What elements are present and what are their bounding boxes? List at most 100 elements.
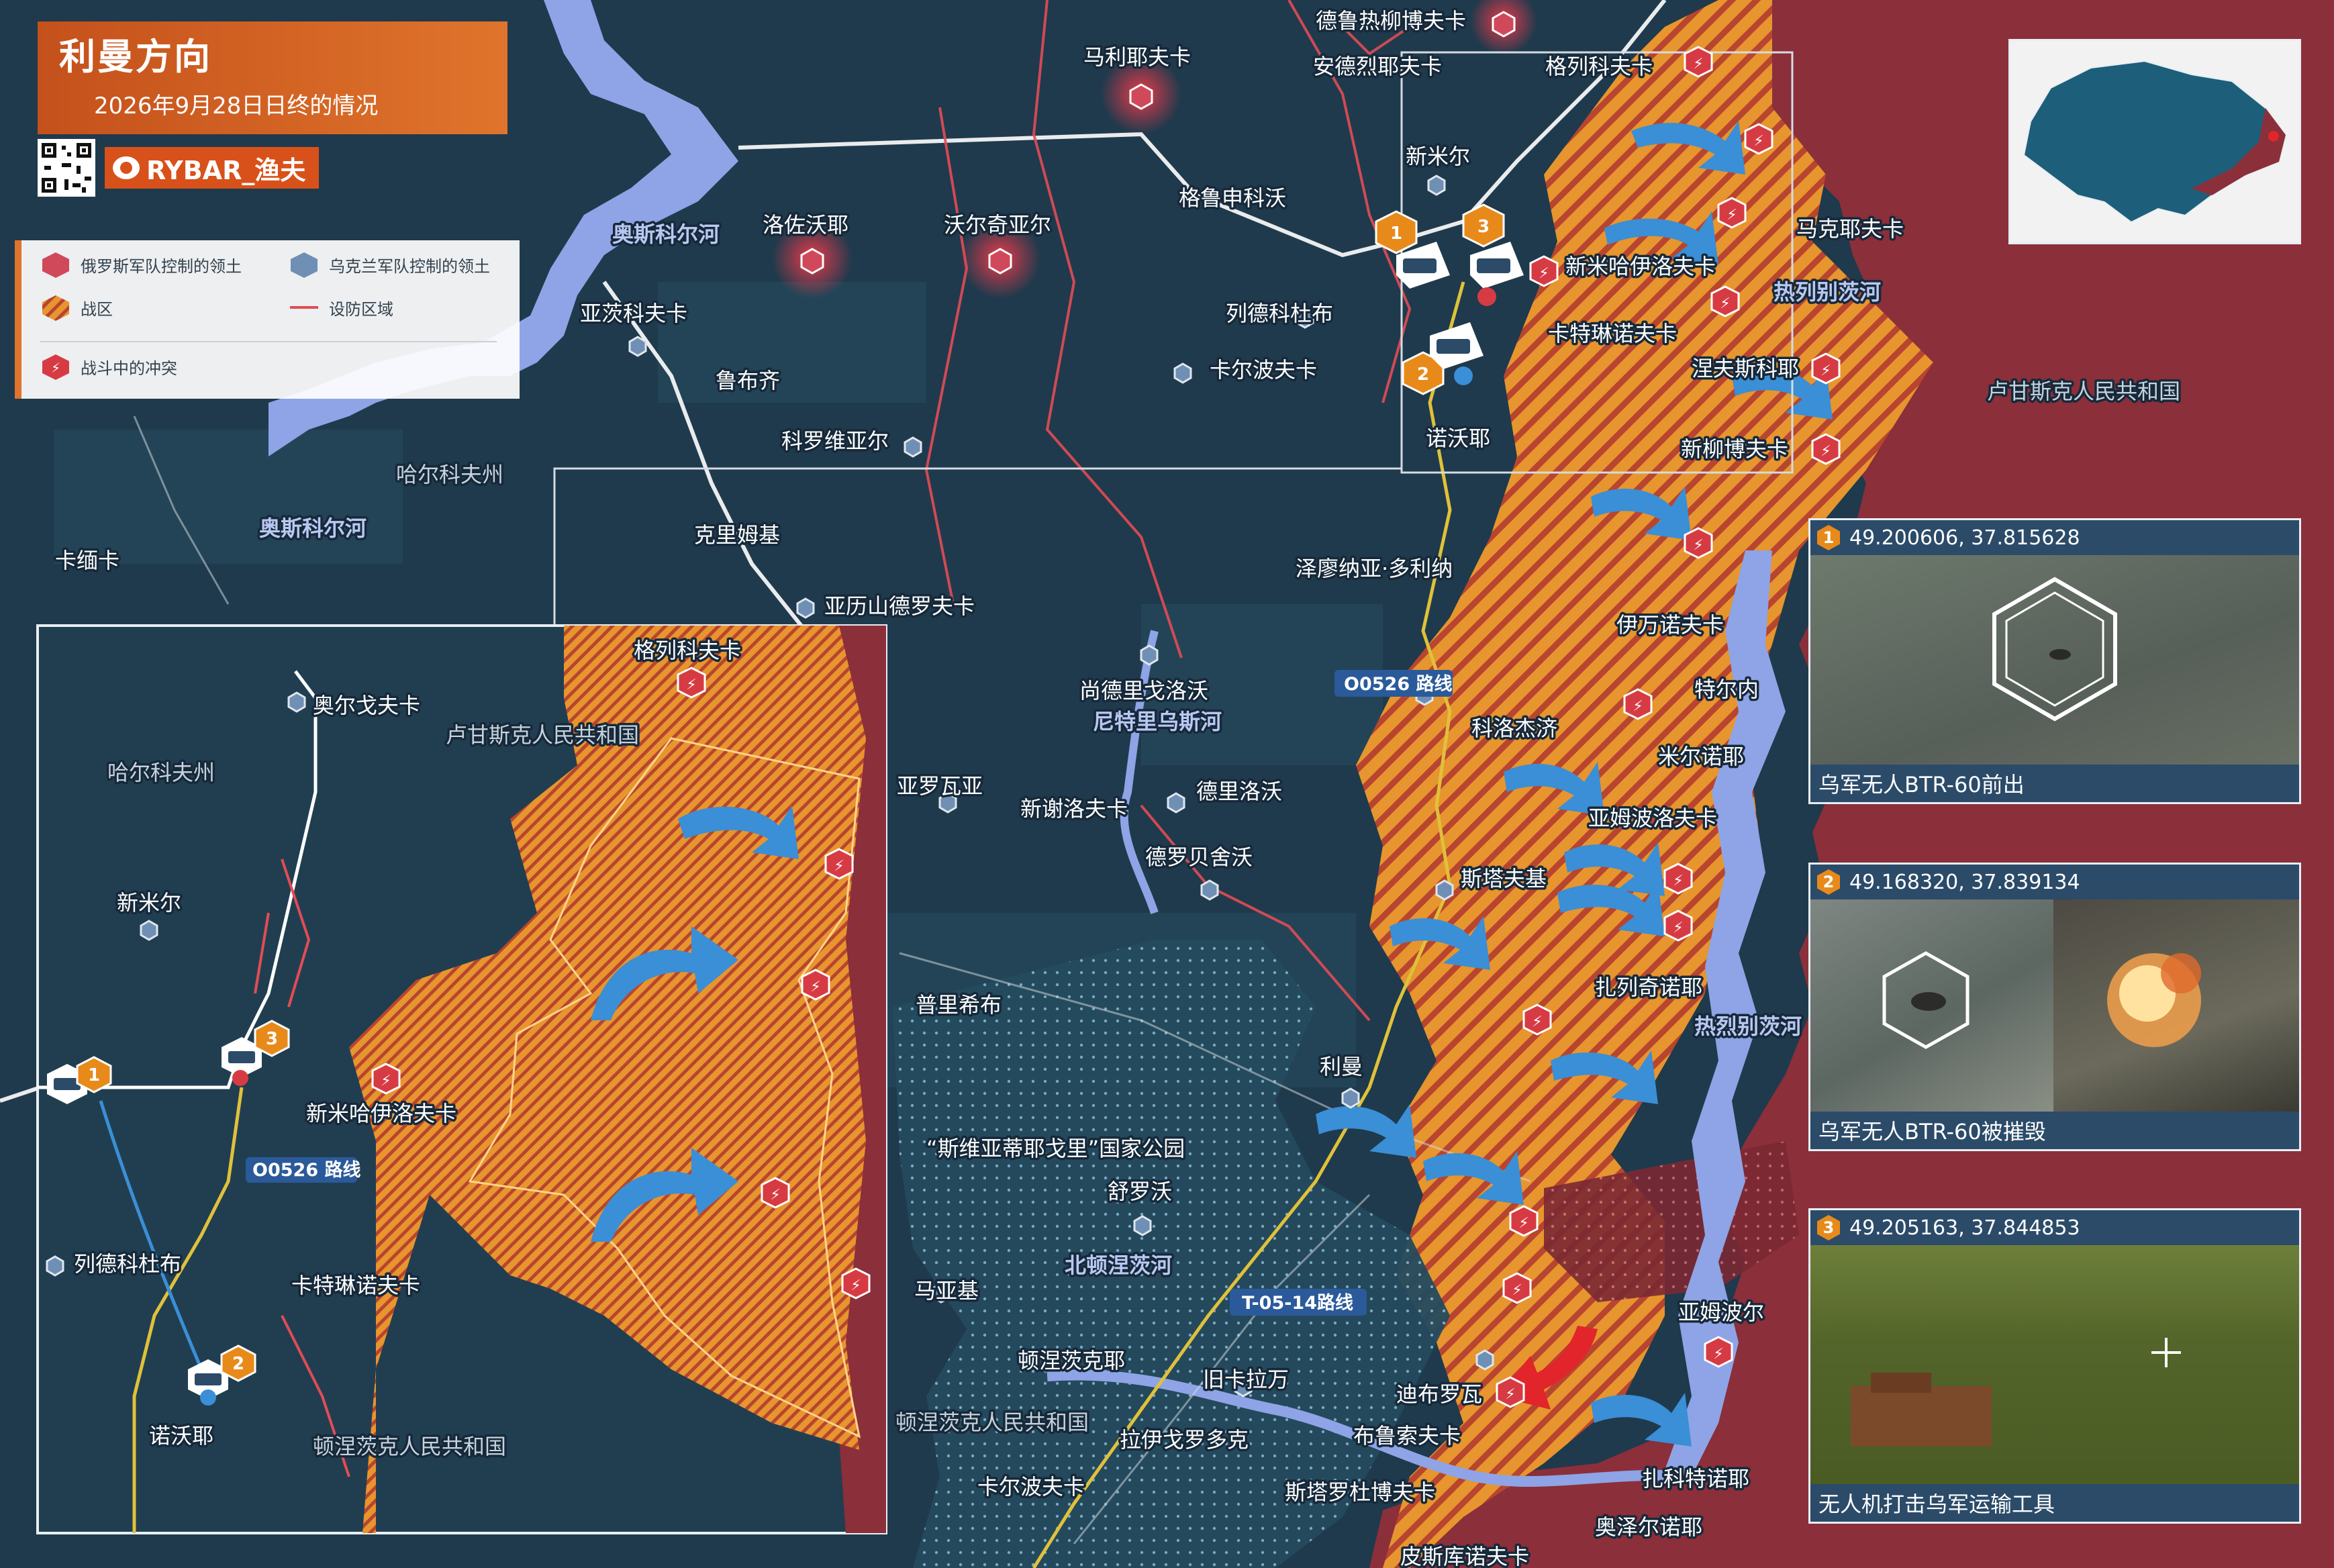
fighting-icon: ⚡ [1811, 433, 1841, 465]
label-lubyanka: 鲁布齐 [716, 368, 780, 393]
road-sign-o0526: O0526 路线 [1334, 670, 1453, 697]
svg-text:⚡: ⚡ [381, 1073, 391, 1089]
svg-text:⚡: ⚡ [51, 360, 60, 376]
svg-text:⚡: ⚡ [1720, 295, 1730, 312]
fighting-icon: ⚡ [677, 667, 706, 699]
inset-label-dpr: 顿涅茨克人民共和国 [313, 1434, 506, 1459]
label-drobysheve: 德罗贝舍沃 [1145, 844, 1253, 870]
svg-text:⚡: ⚡ [810, 979, 820, 995]
qr-code-icon [38, 139, 95, 197]
drone-photo-2-explosion [2053, 899, 2299, 1112]
label-derilove: 德里洛沃 [1196, 779, 1282, 804]
fighting-icon: ⚡ [1811, 352, 1841, 385]
legend-defense: 设防区域 [289, 294, 393, 321]
label-serebrianka: 扎科特诺耶 [1642, 1466, 1749, 1491]
label-zherebets-river-2: 热烈别茨河 [1694, 1014, 1802, 1039]
fighting-icon: ⚡ [1684, 527, 1713, 559]
panel-number: 3 [1817, 1215, 1840, 1240]
inset-label-novo: 诺沃耶 [149, 1423, 213, 1449]
inset-label-hrekivka: 格列科夫卡 [634, 638, 741, 663]
russia-hex-icon [42, 252, 69, 278]
legend-russia: 俄罗斯军队控制的领土 [40, 251, 242, 278]
legend-ukraine: 乌克兰军队控制的领土 [289, 251, 490, 278]
svg-text:3: 3 [266, 1029, 278, 1049]
legend-divider [40, 341, 497, 342]
drone-photo-2 [1810, 899, 2299, 1112]
panel-caption: 乌军无人BTR-60前出 [1810, 765, 2299, 802]
label-lyman: 利曼 [1320, 1054, 1363, 1079]
label-shchurove: 舒罗沃 [1108, 1179, 1172, 1204]
svg-text:⚡: ⚡ [686, 677, 696, 693]
svg-text:⚡: ⚡ [1820, 443, 1831, 460]
label-ivanivka: 伊万诺夫卡 [1616, 612, 1724, 638]
label-dpr: 顿涅茨克人民共和国 [895, 1410, 1089, 1435]
label-lozovaya: 洛佐沃耶 [763, 212, 848, 238]
svg-text:⚡: ⚡ [850, 1277, 861, 1294]
svg-text:⚡: ⚡ [1727, 207, 1737, 224]
inset-label-novomyr: 新米尔 [117, 890, 181, 916]
inset-label-lnr: 卢甘斯克人民共和国 [446, 722, 639, 748]
svg-text:O0526 路线: O0526 路线 [1344, 673, 1453, 695]
label-yarova: 亚罗瓦亚 [897, 773, 983, 799]
label-yatsk: 亚茨科夫卡 [580, 301, 687, 326]
label-donetsk-kr: 顿涅茨克耶 [1018, 1348, 1125, 1373]
label-novomyr: 新米尔 [1406, 144, 1470, 169]
label-national-park: “斯维亚蒂耶戈里”国家公园 [926, 1136, 1185, 1161]
label-staromayorske: 斯塔罗杜博夫卡 [1285, 1479, 1435, 1505]
label-lyadkovo: 列德科杜布 [1226, 301, 1333, 326]
fighting-icon: ⚡ [371, 1063, 401, 1095]
fighting-icon: ⚡ [824, 848, 854, 880]
svg-text:⚡: ⚡ [1532, 1014, 1542, 1030]
panel-caption: 乌军无人BTR-60被摧毁 [1810, 1112, 2299, 1149]
label-andriivka: 安德烈耶夫卡 [1313, 54, 1442, 79]
label-vovchansk: 沃尔奇亚尔 [944, 212, 1051, 238]
minimap-focus [2268, 131, 2279, 142]
svg-text:⚡: ⚡ [1820, 362, 1831, 379]
label-dibrova: 迪布罗瓦 [1396, 1381, 1482, 1407]
label-novolubivka: 新柳博夫卡 [1681, 436, 1788, 462]
label-bilohorivka: 布鲁索夫卡 [1353, 1423, 1461, 1449]
fighting-icon: ⚡ [42, 354, 69, 380]
label-derkulivka: 德鲁热柳博夫卡 [1316, 8, 1466, 34]
inset-label-novomykh: 新米哈伊洛夫卡 [306, 1101, 456, 1126]
combat-hex-icon [42, 295, 69, 321]
brand-eye-icon [113, 156, 140, 179]
svg-text:O0526 路线: O0526 路线 [252, 1159, 361, 1181]
inset-road-sign: O0526 路线 [246, 1157, 361, 1183]
label-makiivka: 马克耶夫卡 [1796, 216, 1904, 242]
label-katerynivka: 卡特琳诺夫卡 [1548, 321, 1677, 346]
inset-label-kharkiv: 哈尔科夫州 [107, 760, 215, 785]
brand-badge: RYBAR_渔夫 [105, 147, 320, 189]
svg-text:⚡: ⚡ [1693, 537, 1703, 554]
svg-text:⚡: ⚡ [1713, 1346, 1723, 1363]
svg-text:T-05-14路线: T-05-14路线 [1242, 1292, 1353, 1314]
label-olek: 亚历山德罗夫卡 [824, 593, 975, 619]
inset-label-orlovka: 奥尔戈夫卡 [313, 693, 420, 718]
panel-number: 1 [1817, 525, 1840, 550]
label-prishyb: 普里希布 [916, 992, 1002, 1018]
fighting-icon: ⚡ [1684, 46, 1713, 78]
legend-combat: 战区 [40, 294, 113, 321]
label-karpova: 卡尔波夫卡 [1210, 357, 1317, 383]
svg-text:2: 2 [232, 1354, 244, 1374]
photo-panel-1: 1 49.200606, 37.815628 乌军无人BTR-60前出 [1808, 518, 2301, 804]
label-nitrius-river: 尼特里乌斯河 [1093, 709, 1222, 734]
map-legend: 俄罗斯军队控制的领土 乌克兰军队控制的领土 战区 设防区域 ⚡ 战斗中的冲突 [15, 240, 520, 399]
svg-text:⚡: ⚡ [770, 1187, 780, 1204]
fighting-icon: ⚡ [1717, 197, 1747, 229]
label-karpivka: 卡尔波夫卡 [977, 1474, 1085, 1500]
fighting-icon: ⚡ [761, 1177, 790, 1209]
label-kaneli: 卡缅卡 [55, 548, 119, 573]
svg-text:⚡: ⚡ [1512, 1282, 1522, 1299]
label-rayhorodok: 拉伊戈罗多克 [1120, 1427, 1249, 1453]
svg-text:1: 1 [88, 1065, 100, 1085]
fighting-icon: ⚡ [1744, 123, 1773, 155]
legend-fighting: ⚡ 战斗中的冲突 [40, 353, 177, 380]
label-torske: 特尔内 [1694, 677, 1759, 702]
label-kolomyi: 科罗维亚尔 [781, 428, 889, 454]
panel-number: 2 [1817, 869, 1840, 895]
minimap-ukraine [2023, 60, 2287, 224]
label-mayaky: 马亚基 [914, 1278, 979, 1304]
svg-text:2: 2 [1417, 364, 1429, 385]
label-stari-karavan: 旧卡拉万 [1203, 1367, 1289, 1392]
